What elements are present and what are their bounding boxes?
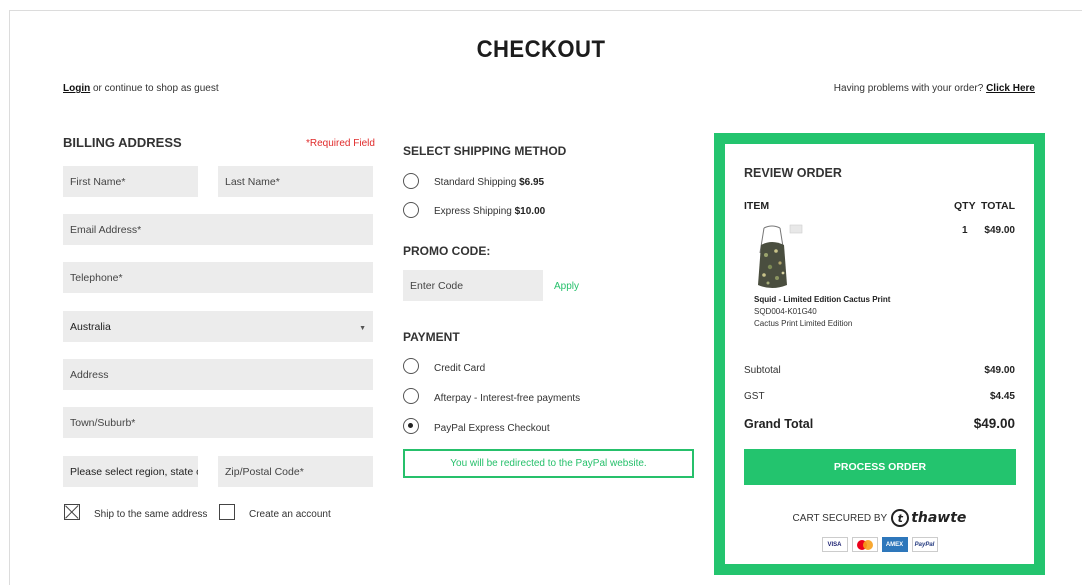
shipping-heading: SELECT SHIPPING METHOD (403, 144, 567, 158)
address-placeholder: Address (70, 368, 109, 381)
paypal-label: PayPal Express Checkout (434, 423, 550, 434)
standard-shipping-radio[interactable] (403, 173, 419, 189)
product-name[interactable]: Squid - Limited Edition Cactus Print (754, 295, 890, 304)
page-title: CHECKOUT (476, 36, 606, 63)
first-name-input[interactable]: First Name* (63, 166, 198, 197)
telephone-placeholder: Telephone* (70, 271, 123, 284)
paypal-redirect-notice: You will be redirected to the PayPal web… (403, 449, 694, 478)
town-input[interactable]: Town/Suburb* (63, 407, 373, 438)
gst-label: GST (744, 391, 765, 402)
click-here-link[interactable]: Click Here (986, 83, 1035, 94)
radio-selected-dot-icon (408, 423, 413, 428)
email-placeholder: Email Address* (70, 223, 142, 236)
create-account-label: Create an account (249, 509, 331, 520)
grand-total-label: Grand Total (744, 417, 814, 431)
apply-promo-button[interactable]: Apply (554, 281, 579, 292)
visa-card-icon: VISA (821, 537, 848, 552)
promo-heading: PROMO CODE: (403, 244, 491, 258)
standard-shipping-label: Standard Shipping $6.95 (434, 177, 544, 188)
telephone-input[interactable]: Telephone* (63, 262, 373, 293)
item-qty: 1 (962, 225, 968, 236)
grand-total-value: $49.00 (973, 416, 1015, 431)
subtotal-value: $49.00 (984, 365, 1015, 376)
address-input[interactable]: Address (63, 359, 373, 390)
product-sku: SQD004-K01G40 (754, 307, 817, 316)
credit-card-label: Credit Card (434, 363, 486, 374)
express-shipping-price: $10.00 (514, 206, 546, 217)
total-column-header: TOTAL (980, 200, 1015, 212)
paypal-card-icon: PayPal (911, 537, 938, 552)
last-name-placeholder: Last Name* (225, 175, 280, 188)
credit-card-radio[interactable] (403, 358, 419, 374)
first-name-placeholder: First Name* (70, 175, 126, 188)
express-shipping-radio[interactable] (403, 202, 419, 218)
product-variant: Cactus Print Limited Edition (754, 319, 853, 328)
checked-x-icon (65, 505, 79, 519)
qty-column-header: QTY (954, 200, 976, 212)
amex-card-icon: AMEX (881, 537, 908, 552)
cart-secured-text: CART SECURED BY (792, 512, 888, 524)
mastercard-icon (851, 537, 878, 552)
afterpay-radio[interactable] (403, 388, 419, 404)
required-note: *Required Field (306, 138, 375, 149)
promo-code-input[interactable]: Enter Code (403, 270, 543, 301)
country-value: Australia (70, 320, 111, 333)
create-account-checkbox[interactable] (219, 504, 235, 520)
standard-shipping-price: $6.95 (519, 177, 545, 188)
process-order-button[interactable]: PROCESS ORDER (744, 449, 1016, 485)
caret-down-icon: ▼ (359, 324, 366, 332)
paypal-radio[interactable] (403, 418, 419, 434)
region-select[interactable]: Please select region, state o (63, 456, 198, 487)
standard-shipping-text: Standard Shipping (434, 177, 520, 188)
town-placeholder: Town/Suburb* (70, 416, 136, 429)
ship-same-label: Ship to the same address (94, 509, 208, 520)
item-column-header: ITEM (744, 200, 770, 212)
zip-input[interactable]: Zip/Postal Code* (218, 456, 373, 487)
last-name-input[interactable]: Last Name* (218, 166, 373, 197)
express-shipping-text: Express Shipping (434, 206, 515, 217)
help-text: Having problems with your order? (833, 83, 987, 94)
thawte-t-icon: t (891, 509, 910, 527)
thawte-wordmark: thawte (911, 510, 967, 526)
thawte-logo: t thawte (891, 509, 966, 527)
express-shipping-label: Express Shipping $10.00 (434, 206, 545, 217)
product-image[interactable] (750, 223, 812, 293)
region-value: Please select region, state o (70, 465, 198, 478)
billing-heading: BILLING ADDRESS (63, 135, 182, 150)
zip-placeholder: Zip/Postal Code* (225, 465, 304, 478)
promo-placeholder: Enter Code (410, 279, 464, 292)
guest-text: or continue to shop as guest (90, 83, 219, 94)
item-total: $49.00 (984, 225, 1015, 236)
payment-card-logos: VISA AMEX PayPal (725, 537, 1034, 552)
help-prompt: Having problems with your order? Click H… (834, 83, 1035, 94)
cart-secured: CART SECURED BY t thawte (725, 509, 1034, 527)
mastercard-circles-icon (856, 539, 873, 550)
ship-same-checkbox[interactable] (64, 504, 80, 520)
payment-heading: PAYMENT (403, 330, 460, 344)
login-link[interactable]: Login (63, 83, 90, 94)
subtotal-label: Subtotal (744, 365, 781, 376)
review-order-panel: REVIEW ORDER ITEM QTY TOTAL 1 $49.00 Squ… (714, 133, 1045, 575)
gst-value: $4.45 (989, 391, 1015, 402)
login-prompt: Login or continue to shop as guest (63, 83, 219, 94)
review-heading: REVIEW ORDER (744, 166, 842, 180)
email-input[interactable]: Email Address* (63, 214, 373, 245)
country-select[interactable]: Australia ▼ (63, 311, 373, 342)
afterpay-label: Afterpay - Interest-free payments (434, 393, 581, 404)
